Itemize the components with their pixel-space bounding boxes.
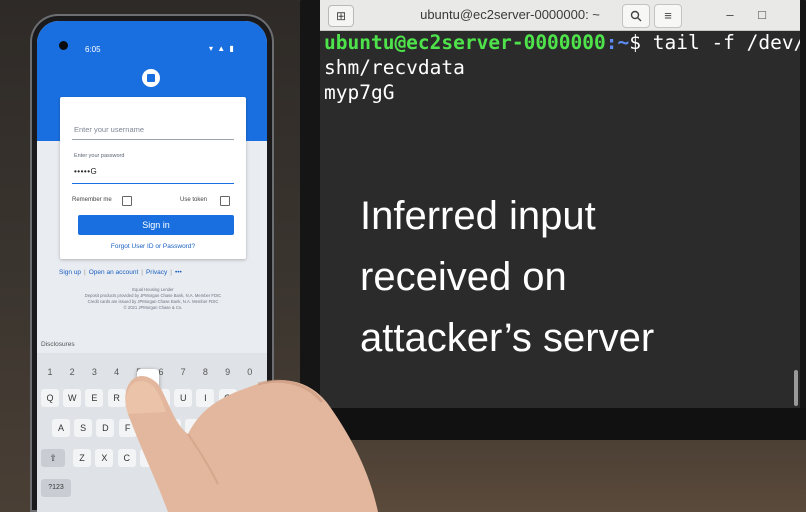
prompt-user: ubuntu@ec2server-0000000: [324, 31, 606, 54]
hand-image: [125, 375, 378, 512]
key-w[interactable]: W: [63, 389, 82, 407]
maximize-icon[interactable]: □: [752, 4, 772, 26]
privacy-link[interactable]: Privacy: [146, 269, 167, 276]
token-label: Use token: [180, 197, 208, 203]
window-title: ubuntu@ec2server-0000000: ~: [420, 7, 600, 22]
front-camera: [59, 41, 68, 50]
password-field[interactable]: Enter your password •••••G: [72, 149, 234, 184]
signup-link[interactable]: Sign up: [59, 269, 81, 276]
forgot-link[interactable]: Forgot User ID or Password?: [60, 243, 246, 250]
password-label: Enter your password: [74, 153, 125, 159]
command-text: tail -f /dev/: [641, 31, 800, 54]
more-icon[interactable]: •••: [175, 269, 182, 276]
caption-line-2: received on: [360, 255, 567, 299]
prompt-path: :~: [605, 31, 630, 54]
legal-text: Equal Housing Lender Deposit products pr…: [51, 287, 255, 311]
new-tab-icon[interactable]: ⊞: [328, 5, 354, 27]
mode-key[interactable]: ?123: [41, 479, 71, 497]
key-1[interactable]: 1: [41, 363, 59, 381]
hamburger-menu-icon[interactable]: ≡: [654, 4, 682, 28]
status-time: 6:05: [85, 45, 101, 54]
terminal-scrollbar[interactable]: [794, 370, 798, 406]
footer-links: Sign up | Open an account | Privacy | •••: [59, 269, 182, 276]
caption-line-1: Inferred input: [360, 194, 596, 238]
key-q[interactable]: Q: [41, 389, 59, 407]
received-output: myp7gG: [324, 81, 395, 104]
login-card: Enter your username Enter your password …: [60, 97, 246, 259]
video-caption: Inferred input received on attacker’s se…: [360, 186, 800, 369]
prompt-symbol: $: [629, 31, 641, 54]
minimize-icon[interactable]: –: [720, 4, 740, 26]
disclosures-link[interactable]: Disclosures: [41, 341, 75, 348]
caption-line-3: attacker’s server: [360, 316, 655, 360]
password-value: •••••G: [74, 167, 98, 176]
key-2[interactable]: 2: [63, 363, 81, 381]
command-line: ubuntu@ec2server-0000000:~$ tail -f /dev…: [324, 30, 800, 55]
terminal-titlebar: ⊞ ubuntu@ec2server-0000000: ~ ≡ – □: [320, 0, 800, 31]
token-checkbox[interactable]: [220, 196, 230, 206]
key-3[interactable]: 3: [85, 363, 103, 381]
key-a[interactable]: A: [52, 419, 70, 437]
search-icon[interactable]: [622, 4, 650, 28]
key-z[interactable]: Z: [73, 449, 91, 467]
username-field[interactable]: Enter your username: [72, 121, 234, 140]
username-placeholder: Enter your username: [74, 125, 145, 134]
signin-button[interactable]: Sign in: [78, 215, 234, 235]
status-icons: ▾ ▲ ▮: [209, 44, 235, 53]
shift-key[interactable]: ⇧: [41, 449, 65, 467]
remember-checkbox[interactable]: [122, 196, 132, 206]
remember-label: Remember me: [72, 197, 112, 203]
bank-logo-icon: [142, 69, 160, 87]
legal-line-4: © 2021 JPMorgan Chase & Co.: [123, 305, 183, 310]
key-e[interactable]: E: [85, 389, 104, 407]
options-row: Remember me Use token: [72, 196, 234, 209]
command-wrap: shm/recvdata: [324, 56, 465, 79]
key-s[interactable]: S: [74, 419, 93, 437]
open-account-link[interactable]: Open an account: [89, 269, 139, 276]
